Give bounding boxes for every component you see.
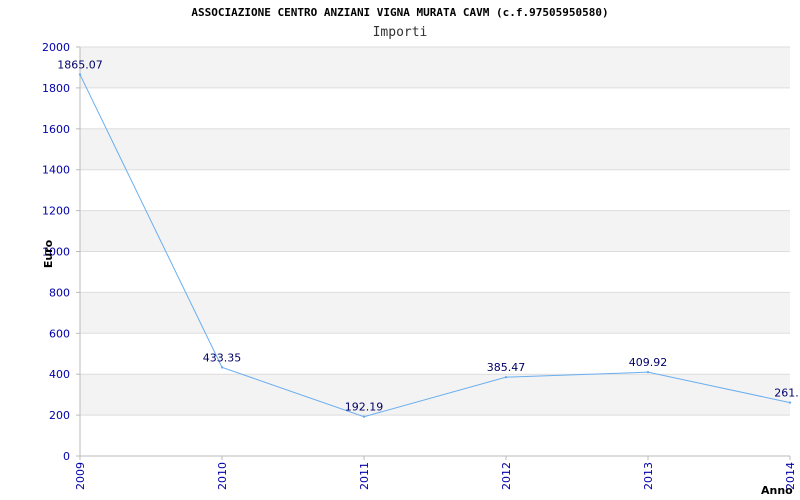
x-tick-label: 2010: [216, 462, 229, 490]
x-tick-label: 2011: [358, 462, 371, 490]
y-tick-label: 2000: [42, 41, 70, 54]
data-label: 192.19: [345, 401, 384, 414]
y-tick-label: 1600: [42, 123, 70, 136]
data-label: 385.47: [487, 361, 526, 374]
data-point: [504, 375, 508, 379]
data-label: 1865.07: [57, 59, 103, 72]
x-tick-label: 2009: [74, 462, 87, 490]
y-tick-label: 400: [49, 368, 70, 381]
grid-band: [80, 292, 790, 334]
y-tick-label: 800: [49, 286, 70, 299]
data-label: 409.92: [629, 356, 668, 369]
data-point: [788, 401, 792, 404]
y-tick-label: 1400: [42, 164, 70, 177]
y-tick-label: 600: [49, 327, 70, 340]
y-tick-label: 1200: [42, 205, 70, 218]
grid-bands: [80, 47, 790, 416]
grid-band: [80, 374, 790, 416]
grid-band: [80, 128, 790, 170]
y-axis-label: Euro: [42, 239, 55, 268]
x-tick-label: 2013: [642, 462, 655, 490]
y-tick-label: 200: [49, 409, 70, 422]
line-chart: 0200400600800100012001400160018002000 20…: [42, 41, 800, 497]
grid-band: [80, 210, 790, 252]
y-tick-label: 1800: [42, 82, 70, 95]
x-axis-label: Anno: [761, 484, 793, 497]
grid-band: [80, 47, 790, 88]
x-tick-labels: 2009 2010 2011 2012 2013 2014: [74, 456, 797, 490]
data-point: [362, 415, 366, 418]
x-tick-label: 2012: [500, 462, 513, 490]
data-point: [646, 370, 650, 374]
y-tick-label: 0: [63, 450, 70, 463]
data-label: 433.35: [203, 351, 242, 364]
data-point: [220, 366, 224, 369]
data-point: [78, 73, 82, 76]
data-label: 261.1: [774, 387, 800, 400]
